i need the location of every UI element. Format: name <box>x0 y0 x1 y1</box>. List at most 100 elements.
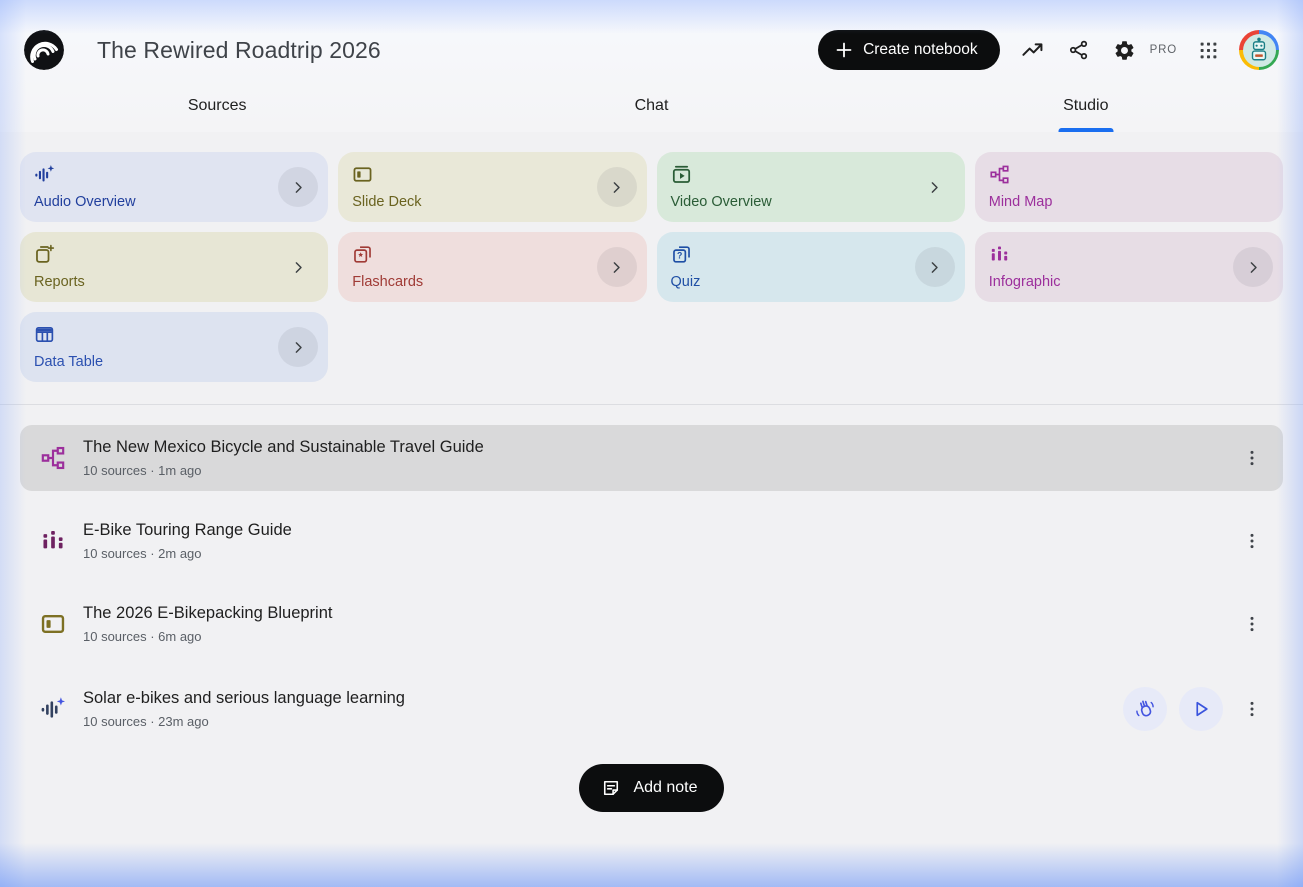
tab-sources[interactable]: Sources <box>0 80 434 132</box>
share-button[interactable] <box>1056 30 1102 70</box>
slide-deck-icon <box>352 164 373 185</box>
more-options-button[interactable] <box>1235 692 1269 726</box>
card-label: Quiz <box>671 274 951 290</box>
video-overview-icon <box>671 164 692 185</box>
add-note-label: Add note <box>633 779 697 797</box>
header-icon-group: PRO <box>1010 30 1279 70</box>
apps-grid-icon <box>1198 40 1219 61</box>
card-audio-overview[interactable]: Audio Overview <box>20 152 328 222</box>
card-infographic[interactable]: Infographic <box>975 232 1283 302</box>
pro-badge: PRO <box>1148 44 1185 56</box>
card-slide-deck[interactable]: Slide Deck <box>338 152 646 222</box>
card-flashcards[interactable]: Flashcards <box>338 232 646 302</box>
card-open-chevron[interactable] <box>597 167 637 207</box>
plus-icon <box>836 42 852 58</box>
artifact-row-infographic[interactable]: E-Bike Touring Range Guide 10 sources · … <box>20 508 1283 574</box>
create-notebook-button[interactable]: Create notebook <box>818 30 1000 70</box>
more-options-button[interactable] <box>1235 524 1269 558</box>
card-open-chevron[interactable] <box>1233 247 1273 287</box>
section-divider <box>0 404 1303 405</box>
analytics-button[interactable] <box>1010 30 1056 70</box>
card-label: Data Table <box>34 354 314 370</box>
add-note-button[interactable]: Add note <box>579 764 723 812</box>
audio-waveform-sparkle-icon <box>34 164 55 185</box>
artifact-meta: 10 sources · 6m ago <box>83 629 1235 644</box>
notebooklm-logo-icon[interactable] <box>24 30 64 70</box>
card-video-overview[interactable]: Video Overview <box>657 152 965 222</box>
notebook-title[interactable]: The Rewired Roadtrip 2026 <box>97 37 818 64</box>
interactive-mode-button[interactable] <box>1123 687 1167 731</box>
mind-map-icon <box>40 445 66 471</box>
card-open-chevron[interactable] <box>597 247 637 287</box>
play-audio-button[interactable] <box>1179 687 1223 731</box>
reports-icon <box>34 244 55 265</box>
card-label: Audio Overview <box>34 194 314 210</box>
card-label: Slide Deck <box>352 194 632 210</box>
artifact-text: The New Mexico Bicycle and Sustainable T… <box>83 438 1235 478</box>
apps-grid-button[interactable] <box>1185 30 1231 70</box>
flashcards-icon <box>352 244 373 265</box>
waving-hand-icon <box>1134 698 1156 720</box>
tab-chat[interactable]: Chat <box>434 80 868 132</box>
card-label: Infographic <box>989 274 1269 290</box>
artifact-title: E-Bike Touring Range Guide <box>83 521 1235 540</box>
card-label: Mind Map <box>989 194 1269 210</box>
create-notebook-label: Create notebook <box>863 41 978 59</box>
card-reports[interactable]: Reports <box>20 232 328 302</box>
mind-map-icon <box>989 164 1010 185</box>
tab-studio[interactable]: Studio <box>869 80 1303 132</box>
artifact-title: Solar e-bikes and serious language learn… <box>83 689 1123 708</box>
artifact-actions <box>1123 687 1269 731</box>
artifact-meta: 10 sources · 1m ago <box>83 463 1235 478</box>
artifact-actions <box>1235 524 1269 558</box>
more-options-button[interactable] <box>1235 441 1269 475</box>
three-dot-menu-icon <box>1243 532 1261 550</box>
artifact-actions <box>1235 607 1269 641</box>
artifact-row-audio-overview[interactable]: Solar e-bikes and serious language learn… <box>20 674 1283 744</box>
card-label: Video Overview <box>671 194 951 210</box>
artifact-meta: 10 sources · 23m ago <box>83 714 1123 729</box>
artifact-meta: 10 sources · 2m ago <box>83 546 1235 561</box>
svg-text:?: ? <box>676 251 681 261</box>
card-open-chevron[interactable] <box>915 167 955 207</box>
avatar-robot-image <box>1243 34 1276 67</box>
header-area: The Rewired Roadtrip 2026 Create noteboo… <box>0 0 1303 132</box>
settings-gear-icon <box>1113 39 1136 62</box>
play-icon <box>1191 699 1211 719</box>
audio-waveform-sparkle-icon <box>40 696 66 722</box>
slide-deck-icon <box>40 611 66 637</box>
share-icon <box>1068 39 1090 61</box>
card-label: Reports <box>34 274 314 290</box>
three-dot-menu-icon <box>1243 449 1261 467</box>
card-open-chevron[interactable] <box>278 247 318 287</box>
card-open-chevron[interactable] <box>278 167 318 207</box>
more-options-button[interactable] <box>1235 607 1269 641</box>
note-icon <box>601 778 621 798</box>
three-dot-menu-icon <box>1243 700 1261 718</box>
artifact-actions <box>1235 441 1269 475</box>
infographic-icon <box>40 528 66 554</box>
analytics-icon <box>1021 39 1044 62</box>
artifact-text: Solar e-bikes and serious language learn… <box>83 689 1123 729</box>
tab-bar: Sources Chat Studio <box>0 80 1303 132</box>
artifact-title: The New Mexico Bicycle and Sustainable T… <box>83 438 1235 457</box>
artifact-row-mind-map[interactable]: The New Mexico Bicycle and Sustainable T… <box>20 425 1283 491</box>
app-header: The Rewired Roadtrip 2026 Create noteboo… <box>0 0 1303 80</box>
data-table-icon <box>34 324 55 345</box>
card-open-chevron[interactable] <box>278 327 318 367</box>
artifact-row-slide-deck[interactable]: The 2026 E-Bikepacking Blueprint 10 sour… <box>20 591 1283 657</box>
artifact-title: The 2026 E-Bikepacking Blueprint <box>83 604 1235 623</box>
infographic-icon <box>989 244 1010 265</box>
card-mind-map[interactable]: Mind Map <box>975 152 1283 222</box>
artifact-text: E-Bike Touring Range Guide 10 sources · … <box>83 521 1235 561</box>
avatar[interactable] <box>1239 30 1279 70</box>
card-data-table[interactable]: Data Table <box>20 312 328 382</box>
artifact-list: The New Mexico Bicycle and Sustainable T… <box>20 425 1283 744</box>
card-open-chevron[interactable] <box>915 247 955 287</box>
card-quiz[interactable]: ? Quiz <box>657 232 965 302</box>
add-note-container: Add note <box>0 764 1303 812</box>
quiz-icon: ? <box>671 244 692 265</box>
artifact-text: The 2026 E-Bikepacking Blueprint 10 sour… <box>83 604 1235 644</box>
card-label: Flashcards <box>352 274 632 290</box>
settings-button[interactable] <box>1102 30 1148 70</box>
